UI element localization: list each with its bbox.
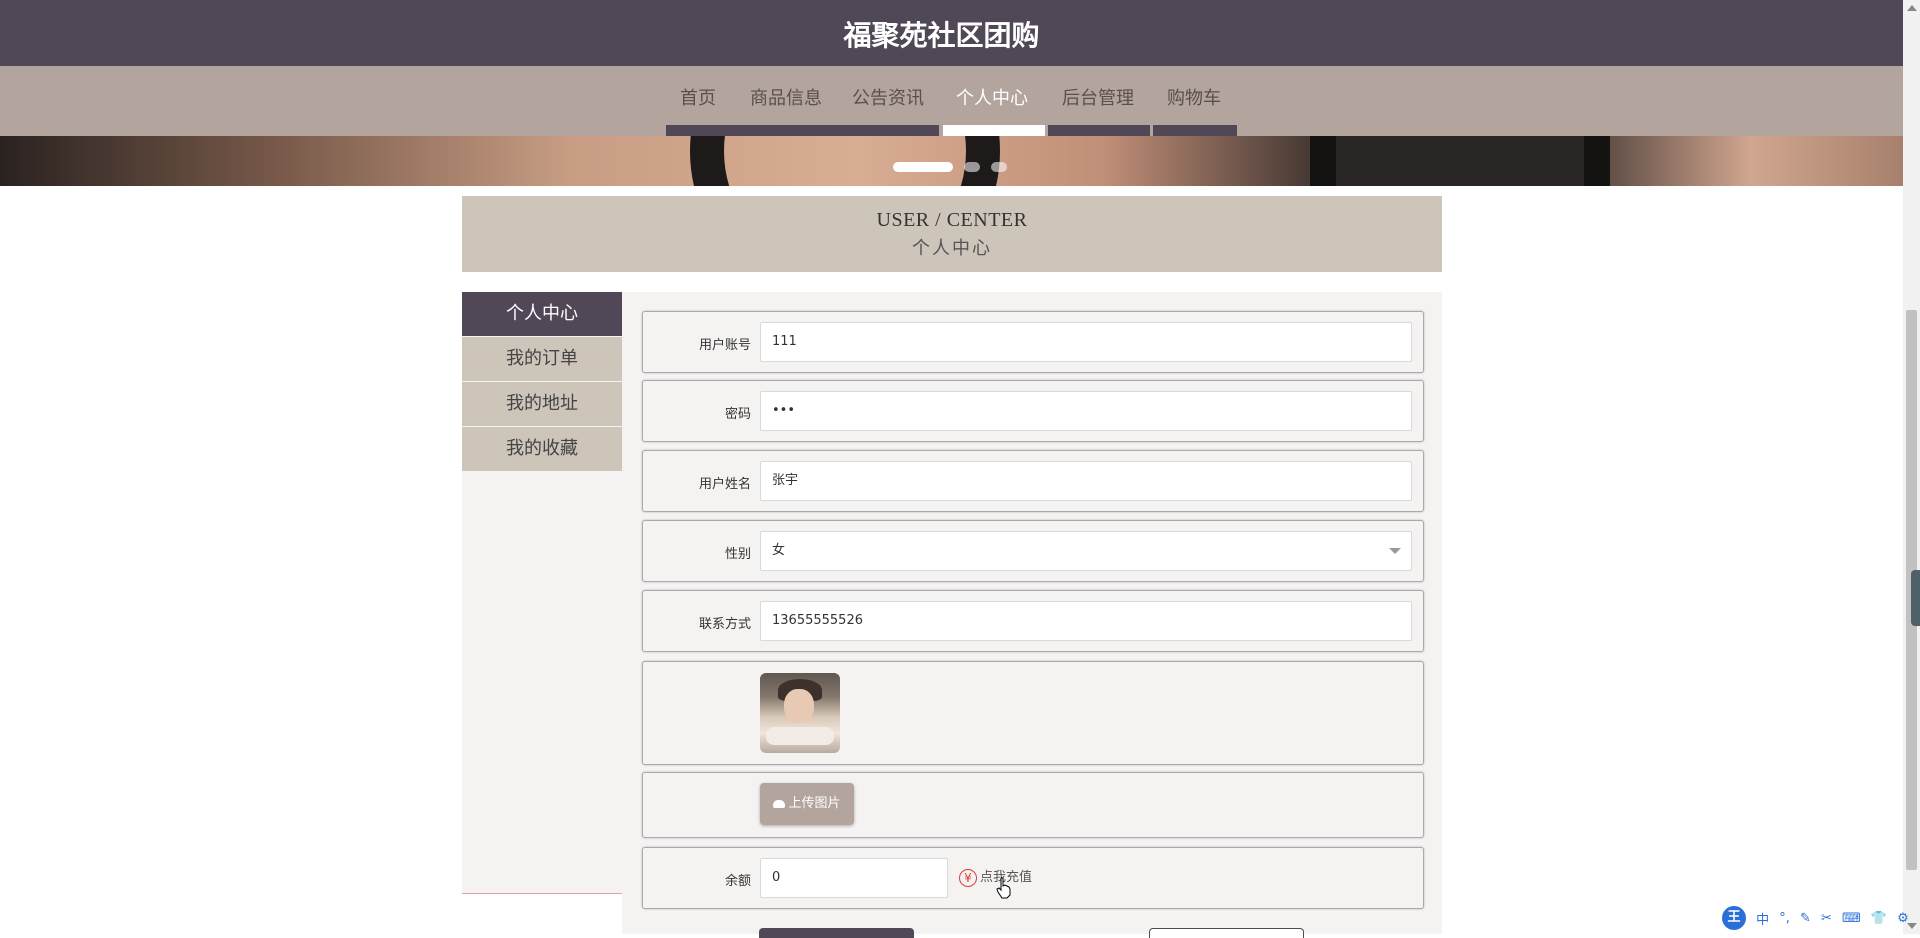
form-row-gender: 性别 女 [642,520,1424,582]
nav-underline [666,125,739,136]
nav-admin[interactable]: 后台管理 [1060,84,1136,110]
user-sidebar: 个人中心 我的订单 我的地址 我的收藏 [462,292,622,894]
ime-mode[interactable]: 中 [1756,909,1769,928]
carousel-dot[interactable] [991,161,1008,172]
side-float-tab[interactable] [1911,570,1920,626]
sidebar-item-user-center[interactable]: 个人中心 [462,292,622,336]
profile-form: 用户账号 111 密码 ••• 用户姓名 张宇 性别 女 联系方式 136555… [622,292,1442,934]
gender-select[interactable]: 女 [760,531,1412,571]
nav-underline [839,125,939,136]
name-label: 用户姓名 [698,477,751,492]
ime-skin-icon[interactable]: 👕 [1871,911,1887,926]
banner-carousel[interactable] [0,136,1903,186]
gender-label: 性别 [724,547,751,562]
nav-home[interactable]: 首页 [670,84,726,110]
balance-input[interactable]: 0 [760,858,948,898]
ime-scissors-icon[interactable]: ✂ [1821,911,1832,926]
form-row-avatar [642,661,1424,765]
hand-cursor-icon [996,877,1011,899]
yen-icon: ¥ [959,868,977,887]
carousel-dots [0,156,1900,175]
nav-cart[interactable]: 购物车 [1166,84,1222,110]
account-input[interactable]: 111 [760,322,1412,362]
form-row-name: 用户姓名 张宇 [642,450,1424,512]
gender-value: 女 [772,543,786,558]
sidebar-item-orders[interactable]: 我的订单 [462,337,622,381]
avatar-image [760,673,840,753]
phone-label: 联系方式 [698,617,751,632]
top-header: 福聚苑社区团购 [0,0,1903,66]
balance-label: 余额 [724,874,751,889]
nav-announcements[interactable]: 公告资讯 [850,84,926,110]
nav-products[interactable]: 商品信息 [748,84,824,110]
password-label: 密码 [724,407,751,422]
carousel-dot-active[interactable] [892,161,953,172]
form-row-phone: 联系方式 13655555526 [642,590,1424,652]
name-input[interactable]: 张宇 [760,461,1412,501]
nav-underline-active [943,125,1045,136]
upload-image-button[interactable]: 上传图片 [760,783,854,825]
chevron-down-icon [1389,548,1401,554]
form-row-account: 用户账号 111 [642,311,1424,373]
scroll-up-arrow-icon[interactable] [1907,5,1917,11]
carousel-dot[interactable] [964,161,980,172]
phone-input[interactable]: 13655555526 [760,601,1412,641]
nav-user-center[interactable]: 个人中心 [954,84,1030,110]
page-scrollbar[interactable] [1903,0,1920,934]
site-title: 福聚苑社区团购 [843,19,1040,52]
password-input[interactable]: ••• [760,391,1412,431]
logout-button[interactable] [1149,928,1304,938]
cloud-upload-icon [773,799,786,808]
ime-logo-icon[interactable]: 王 [1722,906,1746,930]
ime-keyboard-icon[interactable]: ⌨ [1842,911,1861,926]
section-heading-en: USER / CENTER [876,209,1028,231]
ime-pen-icon[interactable]: ✎ [1800,911,1811,926]
account-label: 用户账号 [698,338,751,353]
form-row-upload: 上传图片 [642,772,1424,838]
section-heading-cn: 个人中心 [912,238,992,258]
sidebar-item-addresses[interactable]: 我的地址 [462,382,622,426]
sidebar-item-favorites[interactable]: 我的收藏 [462,427,622,471]
ime-toolbar[interactable]: 王 中 °, ✎ ✂ ⌨ 👕 ⚙ [1722,906,1920,932]
nav-underline [739,125,839,136]
section-heading: USER / CENTER 个人中心 [462,196,1442,272]
nav-underline [1048,125,1150,136]
nav-underline [1153,125,1237,136]
form-row-password: 密码 ••• [642,380,1424,442]
save-button[interactable] [759,928,914,938]
ime-settings-icon[interactable]: ⚙ [1897,911,1909,926]
upload-label: 上传图片 [788,796,841,811]
ime-punctuation-icon[interactable]: °, [1779,911,1790,926]
main-nav: 首页 商品信息 公告资讯 个人中心 后台管理 购物车 [0,66,1903,136]
form-row-balance: 余额 0 ¥ 点我充值 [642,847,1424,909]
